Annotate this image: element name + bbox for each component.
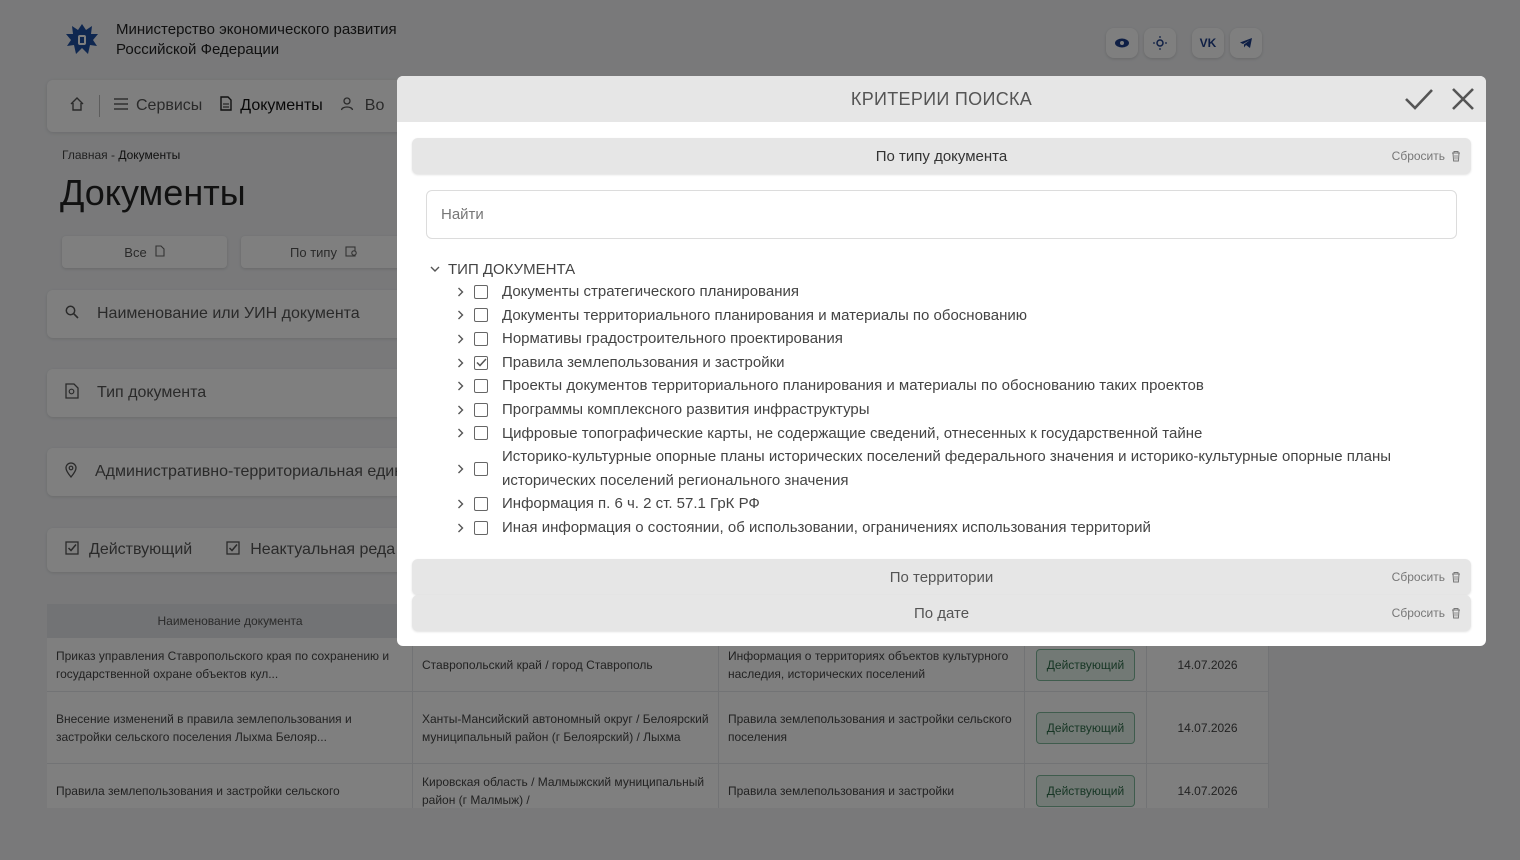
section-by-territory[interactable]: По территории Сбросить bbox=[412, 559, 1471, 595]
tree-item[interactable]: Иная информация о состоянии, об использо… bbox=[430, 516, 1460, 540]
reset-label: Сбросить bbox=[1391, 570, 1445, 584]
tree-item[interactable]: Историко-культурные опорные планы истори… bbox=[430, 445, 1460, 492]
reset-document-type-button[interactable]: Сбросить bbox=[1392, 138, 1461, 174]
checkbox[interactable] bbox=[474, 331, 488, 346]
reset-date-button[interactable]: Сбросить bbox=[1392, 595, 1461, 631]
checkbox[interactable] bbox=[474, 308, 488, 323]
tree-item-label: Цифровые топографические карты, не содер… bbox=[502, 424, 1203, 442]
tree-item-label: Историко-культурные опорные планы истори… bbox=[502, 448, 1392, 489]
chevron-right-icon[interactable] bbox=[450, 334, 470, 344]
reset-territory-button[interactable]: Сбросить bbox=[1392, 559, 1461, 595]
section-by-document-type-title: По типу документа bbox=[875, 147, 1008, 165]
reset-label: Сбросить bbox=[1391, 606, 1445, 620]
document-type-tree: ТИП ДОКУМЕНТА Документы стратегического … bbox=[430, 258, 1460, 540]
section-by-document-type[interactable]: По типу документа Сбросить bbox=[412, 138, 1471, 174]
reset-label: Сбросить bbox=[1391, 149, 1445, 163]
tree-item[interactable]: Программы комплексного развития инфрастр… bbox=[430, 398, 1460, 422]
checkbox[interactable] bbox=[474, 497, 488, 512]
checkbox-checked[interactable] bbox=[474, 355, 488, 370]
modal-title: КРИТЕРИИ ПОИСКА bbox=[850, 88, 1033, 109]
tree-item-label: Программы комплексного развития инфрастр… bbox=[502, 400, 870, 418]
tree-item-label: Нормативы градостроительного проектирова… bbox=[502, 330, 843, 348]
checkbox[interactable] bbox=[474, 402, 488, 417]
checkbox[interactable] bbox=[474, 379, 488, 394]
checkmark-icon bbox=[1405, 89, 1433, 110]
tree-item-label: Информация п. 6 ч. 2 ст. 57.1 ГрК РФ bbox=[502, 495, 760, 513]
section-by-date[interactable]: По дате Сбросить bbox=[412, 595, 1471, 631]
apply-button[interactable] bbox=[1403, 84, 1435, 114]
modal-header: КРИТЕРИИ ПОИСКА bbox=[397, 76, 1486, 122]
chevron-right-icon[interactable] bbox=[450, 405, 470, 415]
checkbox[interactable] bbox=[474, 426, 488, 441]
chevron-right-icon[interactable] bbox=[450, 310, 470, 320]
chevron-right-icon[interactable] bbox=[450, 287, 470, 297]
checkbox[interactable] bbox=[474, 461, 488, 476]
tree-root[interactable]: ТИП ДОКУМЕНТА bbox=[430, 258, 1460, 280]
tree-item[interactable]: Нормативы градостроительного проектирова… bbox=[430, 327, 1460, 351]
tree-item[interactable]: Документы стратегического планирования bbox=[430, 280, 1460, 304]
tree-item[interactable]: Проекты документов территориального план… bbox=[430, 374, 1460, 398]
tree-item-label: Правила землепользования и застройки bbox=[502, 353, 785, 371]
chevron-down-icon bbox=[430, 266, 440, 272]
chevron-right-icon[interactable] bbox=[450, 381, 470, 391]
tree-item[interactable]: Информация п. 6 ч. 2 ст. 57.1 ГрК РФ bbox=[430, 492, 1460, 516]
close-button[interactable] bbox=[1447, 84, 1479, 114]
chevron-right-icon[interactable] bbox=[450, 464, 470, 474]
checkbox[interactable] bbox=[474, 284, 488, 299]
chevron-right-icon[interactable] bbox=[450, 358, 470, 368]
tree-item-label: Документы территориального планирования … bbox=[502, 306, 1027, 324]
search-criteria-modal: КРИТЕРИИ ПОИСКА По типу документа Сброси… bbox=[397, 76, 1486, 646]
tree-item[interactable]: Цифровые топографические карты, не содер… bbox=[430, 422, 1460, 446]
tree-item[interactable]: Правила землепользования и застройки bbox=[430, 351, 1460, 375]
section-by-territory-title: По территории bbox=[889, 568, 994, 586]
tree-root-label: ТИП ДОКУМЕНТА bbox=[448, 260, 576, 278]
document-type-search-input[interactable] bbox=[426, 190, 1457, 239]
close-icon bbox=[1452, 88, 1474, 110]
trash-icon bbox=[1452, 572, 1460, 583]
tree-item-label: Иная информация о состоянии, об использо… bbox=[502, 518, 1151, 536]
trash-icon bbox=[1452, 151, 1460, 162]
section-by-date-title: По дате bbox=[913, 604, 970, 622]
chevron-right-icon[interactable] bbox=[450, 499, 470, 509]
tree-item-label: Документы стратегического планирования bbox=[502, 283, 799, 300]
checkbox[interactable] bbox=[474, 520, 488, 535]
chevron-right-icon[interactable] bbox=[450, 523, 470, 533]
tree-item-label: Проекты документов территориального план… bbox=[502, 377, 1204, 395]
chevron-right-icon[interactable] bbox=[450, 428, 470, 438]
tree-item[interactable]: Документы территориального планирования … bbox=[430, 304, 1460, 328]
trash-icon bbox=[1452, 608, 1460, 619]
